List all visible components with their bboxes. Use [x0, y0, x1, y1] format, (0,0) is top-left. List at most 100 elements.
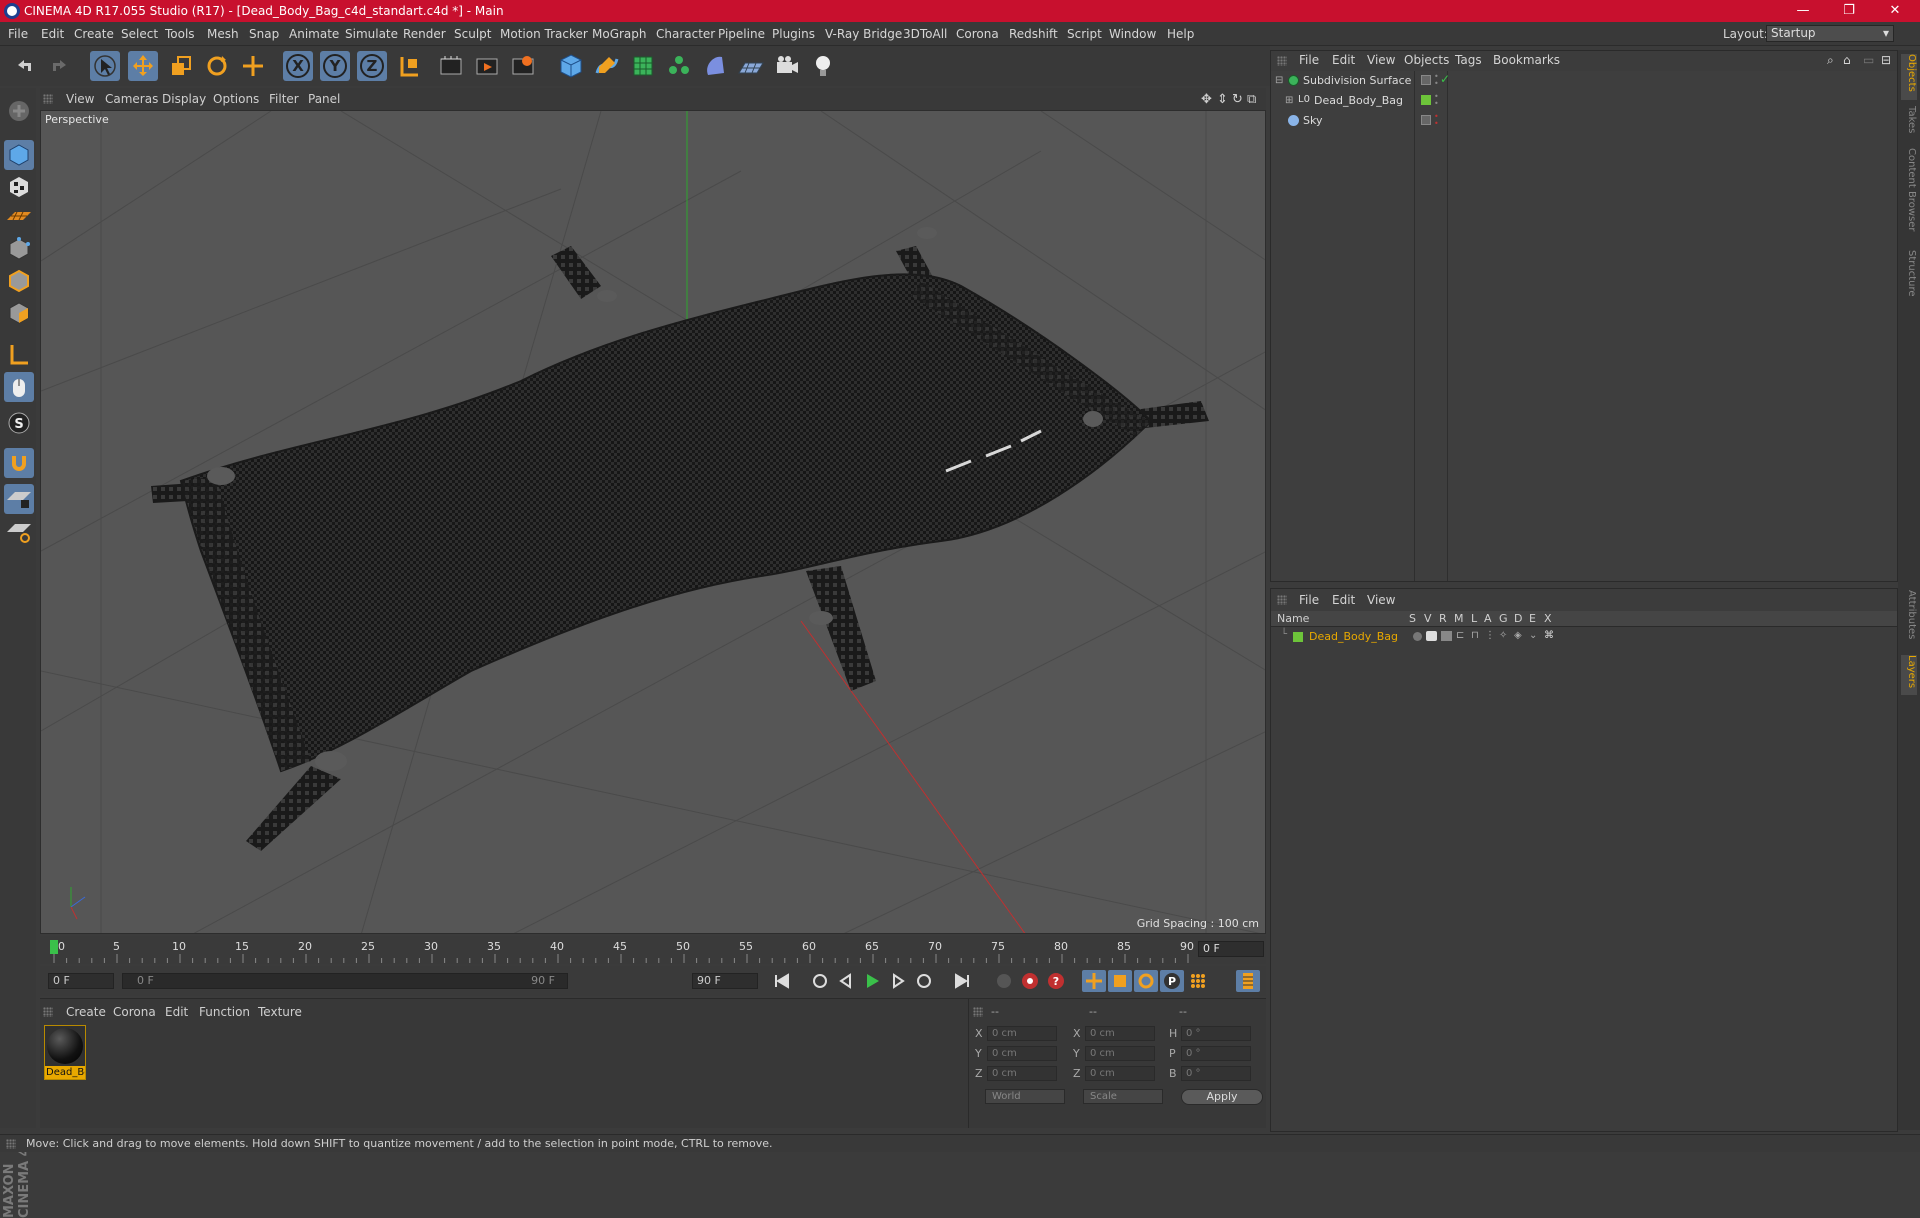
material-swatch[interactable]: Dead_Bo	[44, 1025, 86, 1080]
menu-render[interactable]: Render	[403, 27, 446, 41]
layer-color-icon[interactable]	[1421, 95, 1431, 105]
menu-edit[interactable]: Edit	[41, 27, 64, 41]
column-locked[interactable]: L	[1471, 612, 1477, 625]
expand-icon[interactable]: ⊟	[1881, 53, 1891, 67]
menu-corona[interactable]: Corona	[956, 27, 999, 41]
go-to-start-button[interactable]	[770, 970, 794, 992]
model-mode-button[interactable]	[4, 140, 34, 170]
object-row[interactable]: ⊟ Subdivision Surface • • ✓	[1271, 71, 1897, 91]
add-mograph-button[interactable]	[664, 51, 694, 81]
keyframe-selection-button[interactable]: ?	[1044, 970, 1068, 992]
add-scene-button[interactable]	[736, 51, 766, 81]
search-icon[interactable]: ⌕	[1827, 53, 1834, 68]
undo-button[interactable]	[10, 51, 40, 81]
previous-frame-button[interactable]	[834, 970, 858, 992]
visibility-dots-icon[interactable]: • •	[1434, 93, 1439, 108]
add-cube-button[interactable]	[556, 51, 586, 81]
move-tool-button[interactable]	[128, 51, 158, 81]
manager-toggle-icon[interactable]: ⊏	[1456, 630, 1464, 641]
tab-attributes[interactable]: Attributes	[1901, 590, 1917, 650]
timeline-ruler[interactable]: 0 5 10 15 20 25 30 35 40 45 50 55 60 65 …	[40, 936, 1266, 964]
make-editable-button[interactable]	[4, 96, 34, 126]
column-manager[interactable]: M	[1454, 612, 1464, 625]
layer-name[interactable]: Dead_Body_Bag	[1309, 630, 1398, 643]
apply-button[interactable]: Apply	[1181, 1089, 1263, 1105]
object-menu-edit[interactable]: Edit	[1332, 53, 1355, 67]
menu-file[interactable]: File	[8, 27, 28, 41]
object-row[interactable]: Sky • •	[1271, 111, 1897, 131]
playhead-marker[interactable]	[50, 940, 58, 954]
select-tool-button[interactable]	[90, 51, 120, 81]
menu-simulate[interactable]: Simulate	[345, 27, 398, 41]
rotation-b-field[interactable]: 0 °	[1181, 1066, 1251, 1081]
add-generator-button[interactable]	[628, 51, 658, 81]
layout-select[interactable]: Startup ▾	[1766, 25, 1894, 42]
layer-tag-icon[interactable]	[1421, 115, 1431, 125]
viewport-menu-view[interactable]: View	[66, 92, 94, 106]
tweak-mode-button[interactable]	[4, 372, 34, 402]
object-menu-file[interactable]: File	[1299, 53, 1319, 67]
object-row[interactable]: ⊞ L0 Dead_Body_Bag • •	[1271, 91, 1897, 111]
viewport-toggle-icon[interactable]: ⧉	[1247, 92, 1256, 107]
collapse-icon[interactable]: ⊟	[1275, 75, 1283, 86]
layer-tag-icon[interactable]	[1421, 75, 1431, 85]
layer-row[interactable]: └ Dead_Body_Bag ⊏ ⊓ ⋮ ✧ ◈ ⌄ ⌘	[1271, 629, 1897, 645]
object-menu-bookmarks[interactable]: Bookmarks	[1493, 53, 1560, 67]
object-menu-objects[interactable]: Objects	[1404, 53, 1449, 67]
menu-vray-bridge[interactable]: V-Ray Bridge	[825, 27, 902, 41]
viewport-menu-options[interactable]: Options	[213, 92, 259, 106]
material-menu-edit[interactable]: Edit	[165, 1005, 188, 1019]
menu-window[interactable]: Window	[1109, 27, 1156, 41]
edges-mode-button[interactable]	[4, 266, 34, 296]
position-x-field[interactable]: 0 cm	[987, 1026, 1057, 1041]
render-toggle-icon[interactable]	[1441, 631, 1452, 641]
key-parameter-button[interactable]: P	[1160, 970, 1184, 992]
menu-redshift[interactable]: Redshift	[1009, 27, 1058, 41]
viewport-menu-cameras[interactable]: Cameras	[105, 92, 158, 106]
size-z-field[interactable]: 0 cm	[1085, 1066, 1155, 1081]
coordinate-mode-select[interactable]: World	[985, 1089, 1065, 1104]
next-key-button[interactable]	[912, 970, 936, 992]
snap-button[interactable]	[4, 448, 34, 478]
size-y-field[interactable]: 0 cm	[1085, 1046, 1155, 1061]
next-frame-button[interactable]	[886, 970, 910, 992]
viewport-rotate-icon[interactable]: ↻	[1232, 92, 1243, 107]
menu-mograph[interactable]: MoGraph	[592, 27, 647, 41]
menu-select[interactable]: Select	[121, 27, 158, 41]
end-frame-field[interactable]: 90 F	[692, 973, 758, 989]
home-icon[interactable]: ⌂	[1843, 53, 1851, 67]
enabled-check-icon[interactable]: ✓	[1440, 72, 1450, 86]
material-menu-texture[interactable]: Texture	[258, 1005, 302, 1019]
animation-toggle-icon[interactable]: ⋮	[1485, 630, 1495, 641]
xref-toggle-icon[interactable]: ⌘	[1544, 630, 1554, 641]
solo-toggle-icon[interactable]	[1413, 632, 1422, 641]
solo-button[interactable]: S	[4, 408, 34, 438]
axis-mode-button[interactable]	[4, 340, 34, 370]
column-render[interactable]: R	[1439, 612, 1447, 625]
viewport-menu-panel[interactable]: Panel	[308, 92, 340, 106]
render-settings-button[interactable]	[508, 51, 538, 81]
previous-key-button[interactable]	[808, 970, 832, 992]
menu-create[interactable]: Create	[74, 27, 114, 41]
live-select-button[interactable]	[238, 51, 268, 81]
redo-button[interactable]	[44, 51, 74, 81]
menu-animate[interactable]: Animate	[289, 27, 339, 41]
polygons-mode-button[interactable]	[4, 298, 34, 328]
3d-viewport[interactable]: Perspective Grid Spacing : 100 cm	[40, 110, 1266, 934]
add-light-button[interactable]	[808, 51, 838, 81]
rotate-tool-button[interactable]	[202, 51, 232, 81]
close-button[interactable]: ✕	[1872, 0, 1918, 22]
object-menu-tags[interactable]: Tags	[1455, 53, 1482, 67]
eye-icon[interactable]	[1426, 631, 1437, 641]
coordinate-system-button[interactable]	[394, 51, 424, 81]
new-window-icon[interactable]: ▭	[1863, 53, 1874, 67]
autokey-button[interactable]	[1018, 970, 1042, 992]
layer-menu-file[interactable]: File	[1299, 593, 1319, 607]
menu-sculpt[interactable]: Sculpt	[454, 27, 491, 41]
viewport-move-icon[interactable]: ✥	[1201, 92, 1212, 107]
add-spline-button[interactable]	[592, 51, 622, 81]
column-name[interactable]: Name	[1277, 612, 1309, 625]
position-y-field[interactable]: 0 cm	[987, 1046, 1057, 1061]
menu-snap[interactable]: Snap	[249, 27, 279, 41]
deformer-toggle-icon[interactable]: ◈	[1514, 630, 1522, 641]
